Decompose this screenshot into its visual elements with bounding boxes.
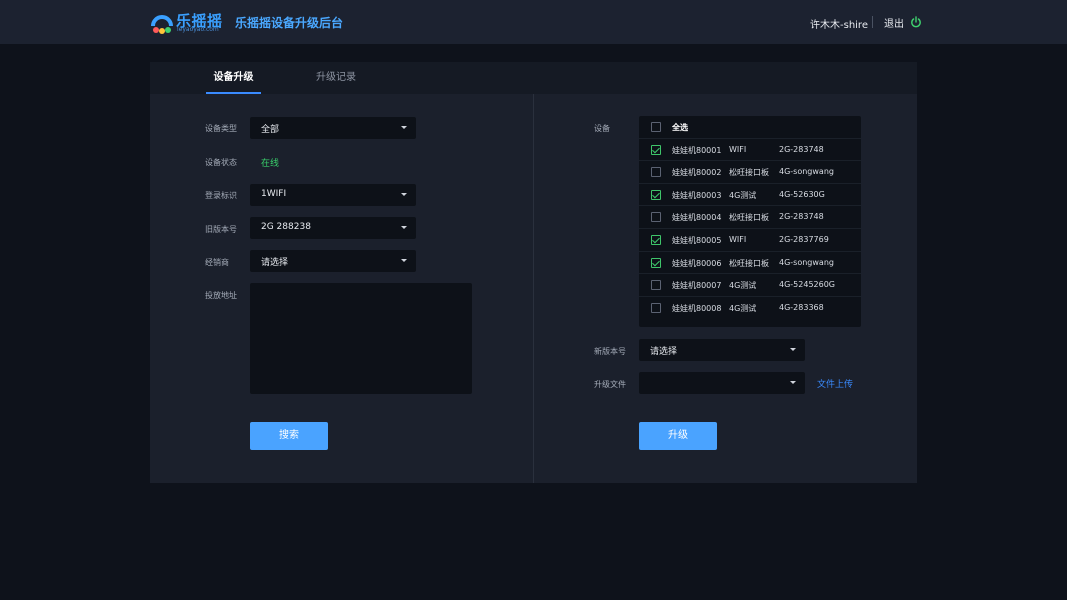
chevron-down-icon — [401, 259, 407, 262]
logo[interactable]: 乐摇摇 leyaoyao.com — [150, 10, 226, 36]
device-checkbox[interactable] — [651, 302, 661, 313]
device-type: 4G测试 — [729, 190, 757, 200]
search-button[interactable]: 搜索 — [250, 422, 328, 450]
new-version-select[interactable]: 请选择 — [639, 339, 805, 361]
list-item[interactable]: 娃娃机80006 松旺接口板 4G-songwang — [639, 252, 861, 275]
chevron-down-icon — [401, 193, 407, 196]
device-version: 4G-52630G — [779, 189, 825, 199]
device-list: 全选 娃娃机80001 WIFI 2G-283748 娃娃机80002 松旺接口… — [639, 116, 861, 327]
device-type-label: 设备类型 — [205, 124, 237, 133]
device-name: 娃娃机80006 — [672, 258, 722, 268]
login-id-value: 1WIFI — [261, 189, 287, 199]
device-type: 松旺接口板 — [729, 213, 769, 223]
tab-device-upgrade[interactable]: 设备升级 — [206, 62, 261, 94]
file-upload-link[interactable]: 文件上传 — [817, 377, 853, 390]
logout-button[interactable]: 退出 — [884, 15, 922, 30]
user-name[interactable]: 许木木-shire — [810, 16, 868, 31]
select-all-checkbox[interactable] — [651, 122, 661, 132]
device-type: 4G测试 — [729, 303, 757, 313]
device-type-select[interactable]: 全部 — [250, 117, 416, 139]
login-id-select[interactable]: 1WIFI — [250, 184, 416, 206]
old-version-select[interactable]: 2G 288238 — [250, 217, 416, 239]
device-type: WIFI — [729, 144, 747, 154]
device-checkbox[interactable] — [651, 212, 661, 223]
device-type: 松旺接口板 — [729, 168, 769, 178]
old-version-label: 旧版本号 — [205, 225, 237, 234]
select-all-label: 全选 — [672, 123, 688, 132]
device-name: 娃娃机80003 — [672, 190, 722, 200]
chevron-down-icon — [401, 126, 407, 129]
new-version-label: 新版本号 — [594, 347, 626, 356]
device-checkbox[interactable] — [651, 280, 661, 291]
upgrade-button[interactable]: 升级 — [639, 422, 717, 450]
list-item[interactable]: 娃娃机80004 松旺接口板 2G-283748 — [639, 206, 861, 229]
new-version-value: 请选择 — [650, 347, 678, 357]
old-version-value: 2G 288238 — [261, 222, 311, 232]
device-version: 2G-2837769 — [779, 235, 829, 244]
device-version: 2G-283748 — [779, 144, 824, 154]
chevron-down-icon — [401, 226, 407, 229]
device-checkbox[interactable] — [651, 167, 661, 178]
device-name: 娃娃机80005 — [672, 236, 722, 245]
device-type-value: 全部 — [261, 125, 280, 135]
device-name: 娃娃机80001 — [672, 145, 722, 155]
chevron-down-icon — [790, 381, 796, 384]
device-status-label: 设备状态 — [205, 158, 237, 167]
tab-upgrade-records[interactable]: 升级记录 — [306, 62, 366, 94]
chevron-down-icon — [790, 348, 796, 351]
upgrade-file-select[interactable] — [639, 372, 805, 394]
device-checkbox[interactable] — [651, 189, 661, 200]
power-icon — [911, 16, 921, 28]
dealer-label: 经销商 — [205, 258, 229, 267]
logo-subtext: leyaoyao.com — [177, 26, 219, 33]
login-id-label: 登录标识 — [205, 191, 237, 200]
device-version: 2G-283748 — [779, 212, 824, 222]
device-checkbox[interactable] — [651, 257, 661, 268]
top-bar: 乐摇摇 leyaoyao.com 乐摇摇设备升级后台 许木木-shire 退出 — [0, 0, 1067, 44]
logo-icon — [151, 15, 173, 34]
device-version: 4G-songwang — [779, 167, 834, 177]
list-item[interactable]: 娃娃机80002 松旺接口板 4G-songwang — [639, 161, 861, 184]
device-type: WIFI — [729, 235, 747, 244]
list-item[interactable]: 娃娃机80001 WIFI 2G-283748 — [639, 139, 861, 162]
column-divider — [533, 94, 534, 483]
address-label: 投放地址 — [205, 291, 237, 300]
list-item[interactable]: 娃娃机80008 4G测试 4G-283368 — [639, 297, 861, 320]
device-name: 娃娃机80008 — [672, 303, 722, 313]
main-panel: 设备升级 升级记录 设备类型 全部 设备状态 在线 登录标识 1WIFI 旧版本… — [150, 62, 917, 483]
device-type: 松旺接口板 — [729, 258, 769, 268]
device-checkbox[interactable] — [651, 144, 661, 155]
devices-label: 设备 — [594, 124, 610, 133]
list-item[interactable]: 娃娃机80005 WIFI 2G-2837769 — [639, 229, 861, 252]
app-title: 乐摇摇设备升级后台 — [235, 16, 344, 30]
dealer-value: 请选择 — [261, 258, 289, 268]
list-item[interactable]: 娃娃机80003 4G测试 4G-52630G — [639, 184, 861, 207]
header-divider — [872, 16, 873, 28]
list-item[interactable]: 娃娃机80007 4G测试 4G-5245260G — [639, 274, 861, 297]
device-version: 4G-5245260G — [779, 280, 836, 290]
device-name: 娃娃机80004 — [672, 213, 722, 223]
select-all-row[interactable]: 全选 — [639, 116, 861, 139]
device-name: 娃娃机80002 — [672, 168, 722, 178]
device-name: 娃娃机80007 — [672, 281, 722, 291]
device-version: 4G-songwang — [779, 257, 834, 267]
logout-label: 退出 — [884, 18, 904, 30]
device-version: 4G-283368 — [779, 302, 824, 312]
dealer-select[interactable]: 请选择 — [250, 250, 416, 272]
tab-bar: 设备升级 升级记录 — [150, 62, 917, 94]
upgrade-file-label: 升级文件 — [594, 380, 626, 389]
device-type: 4G测试 — [729, 281, 757, 291]
device-status-value: 在线 — [261, 159, 280, 169]
address-textarea[interactable] — [250, 283, 472, 394]
device-checkbox[interactable] — [651, 235, 661, 245]
